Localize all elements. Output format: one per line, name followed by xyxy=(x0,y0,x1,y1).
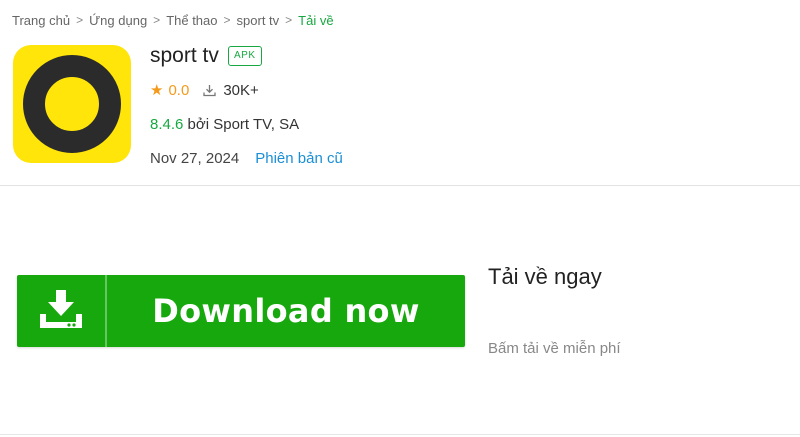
breadcrumb-apps[interactable]: Ứng dụng xyxy=(89,13,147,28)
apk-badge: APK xyxy=(228,46,262,66)
old-versions-link[interactable]: Phiên bản cũ xyxy=(255,150,343,167)
download-now-button[interactable]: Download now xyxy=(17,275,465,347)
download-title: Tải về ngay xyxy=(488,264,602,289)
download-device-icon xyxy=(17,275,105,347)
breadcrumb-separator: > xyxy=(76,13,84,27)
breadcrumb-separator: > xyxy=(223,13,231,27)
breadcrumb-separator: > xyxy=(153,13,161,27)
developer-text: bởi Sport TV, SA xyxy=(183,116,300,133)
star-icon: ★ xyxy=(150,82,164,99)
download-subtitle: Bấm tải về miễn phí xyxy=(488,340,621,357)
date-row: Nov 27, 2024 Phiên bản cũ xyxy=(150,150,343,167)
breadcrumb-current: Tải về xyxy=(298,12,334,28)
download-now-label: Download now xyxy=(152,292,420,330)
breadcrumb-home[interactable]: Trang chủ xyxy=(12,13,70,28)
rating-value: 0.0 xyxy=(168,81,190,99)
breadcrumb-app[interactable]: sport tv xyxy=(237,13,280,28)
version-row: 8.4.6 bởi Sport TV, SA xyxy=(150,116,299,133)
version-number: 8.4.6 xyxy=(150,116,184,133)
release-date: Nov 27, 2024 xyxy=(150,150,240,167)
download-icon xyxy=(203,84,216,97)
divider xyxy=(0,434,800,435)
app-title: sport tv xyxy=(150,44,219,67)
download-count: 30K+ xyxy=(223,81,259,99)
app-header: sport tv APK ★ 0.0 30K+ 8.4.6 bởi Sport … xyxy=(0,30,800,186)
app-logo-icon xyxy=(13,45,131,163)
breadcrumb-sports[interactable]: Thể thao xyxy=(166,13,217,28)
breadcrumb: Trang chủ > Ứng dụng > Thể thao > sport … xyxy=(12,10,334,30)
rating-row: ★ 0.0 30K+ xyxy=(150,80,259,100)
breadcrumb-separator: > xyxy=(285,13,293,27)
